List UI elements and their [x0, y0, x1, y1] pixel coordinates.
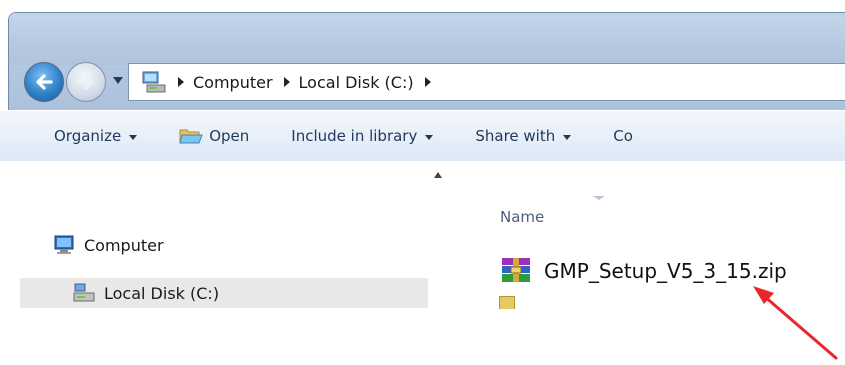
organize-button[interactable]: Organize	[54, 127, 138, 145]
tree-item-computer[interactable]: Computer	[52, 234, 164, 256]
include-in-library-label: Include in library	[291, 127, 418, 145]
open-button[interactable]: Open	[179, 126, 249, 146]
breadcrumb-separator-icon[interactable]	[283, 77, 290, 87]
chevron-down-icon	[563, 134, 572, 140]
folder-open-icon	[179, 129, 203, 144]
forward-arrow-icon	[77, 74, 94, 90]
back-arrow-icon	[36, 74, 53, 90]
title-bar[interactable]	[9, 13, 845, 65]
address-bar[interactable]: Computer Local Disk (C:)	[128, 63, 845, 101]
back-button[interactable]	[24, 62, 64, 102]
scroll-up-arrow-icon[interactable]	[434, 172, 442, 178]
file-item[interactable]: GMP_Setup_V5_3_15.zip	[500, 257, 787, 285]
folder-icon	[499, 296, 515, 309]
clipped-toolbar-label: Co	[613, 127, 633, 145]
breadcrumb-separator-icon[interactable]	[178, 77, 184, 87]
breadcrumb-local-disk[interactable]: Local Disk (C:)	[299, 73, 414, 92]
sort-indicator-icon	[593, 196, 605, 200]
share-with-label: Share with	[475, 127, 556, 145]
column-header-name[interactable]: Name	[500, 208, 544, 226]
forward-button[interactable]	[66, 62, 106, 102]
computer-location-icon	[141, 70, 167, 94]
breadcrumb-separator-icon[interactable]	[424, 77, 431, 87]
include-in-library-button[interactable]: Include in library	[291, 127, 434, 145]
winrar-archive-icon	[502, 258, 530, 282]
computer-icon	[54, 235, 74, 254]
navigation-pane	[0, 161, 470, 365]
clipped-toolbar-button[interactable]: Co	[613, 127, 633, 145]
tree-item-label: Computer	[84, 235, 164, 255]
tree-item-label: Local Disk (C:)	[104, 283, 220, 303]
file-name: GMP_Setup_V5_3_15.zip	[544, 259, 787, 283]
chevron-down-icon	[129, 134, 138, 140]
open-label: Open	[209, 127, 250, 145]
local-disk-icon	[73, 283, 95, 302]
command-toolbar: Organize Open Include in library Share w…	[0, 110, 845, 162]
breadcrumb-computer[interactable]: Computer	[193, 73, 273, 92]
organize-label: Organize	[54, 127, 122, 145]
share-with-button[interactable]: Share with	[475, 127, 572, 145]
recent-pages-dropdown-icon[interactable]	[113, 77, 123, 85]
tree-item-local-disk[interactable]: Local Disk (C:)	[20, 278, 428, 308]
chevron-down-icon	[425, 134, 434, 140]
